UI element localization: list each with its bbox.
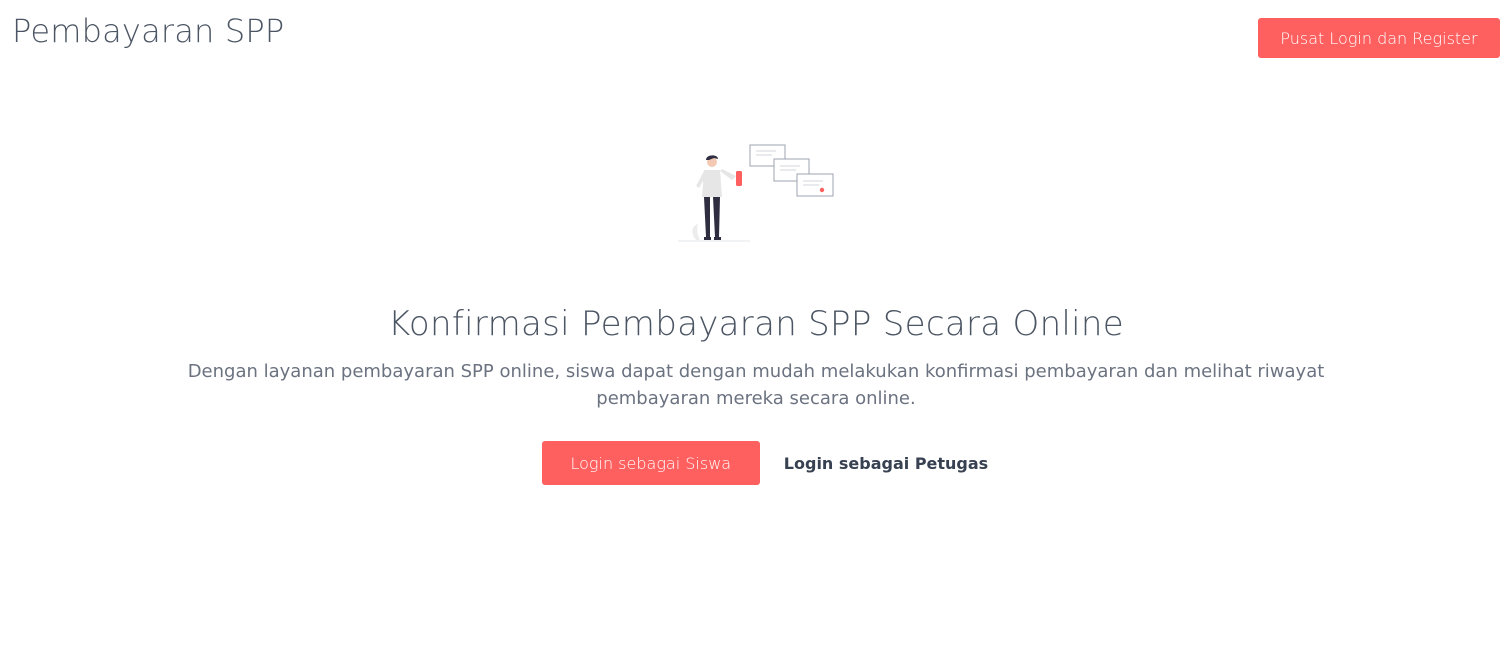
brand-title[interactable]: Pembayaran SPP: [12, 12, 284, 50]
login-register-button[interactable]: Pusat Login dan Register: [1258, 18, 1500, 58]
login-actions: Login sebagai Siswa Login sebagai Petuga…: [0, 441, 1512, 485]
hero-title: Konfirmasi Pembayaran SPP Secara Online: [388, 304, 1124, 344]
student-login-button[interactable]: Login sebagai Siswa: [541, 441, 760, 485]
hero-description: Dengan layanan pembayaran SPP online, si…: [187, 361, 1325, 409]
officer-login-link[interactable]: Login sebagai Petugas: [784, 454, 988, 473]
landing-page: Pembayaran SPP Pusat Login dan Register: [0, 0, 1512, 669]
person-with-phone-messages-illustration-icon: [678, 144, 834, 242]
